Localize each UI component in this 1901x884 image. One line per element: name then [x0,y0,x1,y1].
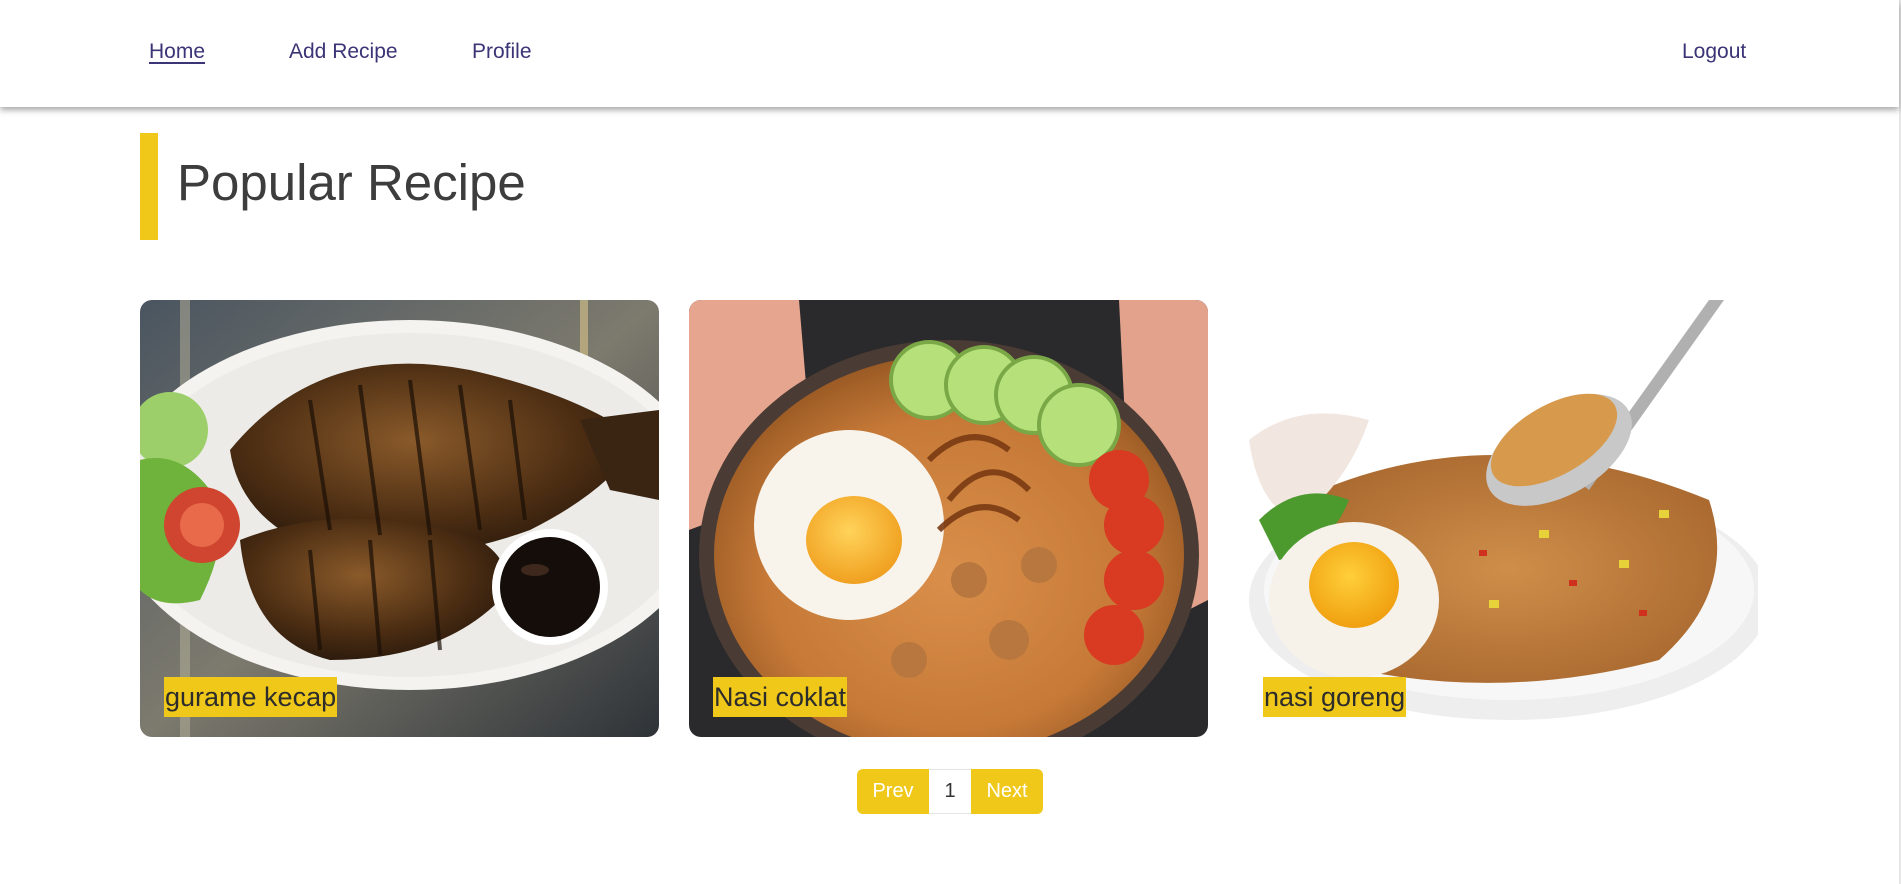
nav-home-link[interactable]: Home [149,40,205,64]
top-navbar: Home Add Recipe Profile Logout [0,0,1899,107]
title-accent-bar [140,133,158,240]
pagination: Prev 1 Next [857,769,1043,814]
recipe-card[interactable]: nasi goreng [1239,300,1758,737]
nav-add-recipe-link[interactable]: Add Recipe [289,40,398,64]
recipe-name: Nasi coklat [713,677,848,717]
prev-page-button[interactable]: Prev [857,769,929,814]
nav-profile-link[interactable]: Profile [472,40,532,64]
page-title: Popular Recipe [177,154,526,211]
nasi-goreng-plate-image [1239,300,1758,737]
recipe-name: nasi goreng [1263,677,1407,717]
recipe-card[interactable]: gurame kecap [140,300,659,737]
recipe-card[interactable]: Nasi coklat [689,300,1208,737]
current-page-number[interactable]: 1 [929,769,971,814]
grilled-fish-image [140,300,659,737]
nav-logout-link[interactable]: Logout [1682,40,1746,64]
next-page-button[interactable]: Next [971,769,1043,814]
fried-rice-with-egg-image [689,300,1208,737]
recipe-name: gurame kecap [164,677,338,717]
page: Home Add Recipe Profile Logout Popular R… [0,0,1901,884]
